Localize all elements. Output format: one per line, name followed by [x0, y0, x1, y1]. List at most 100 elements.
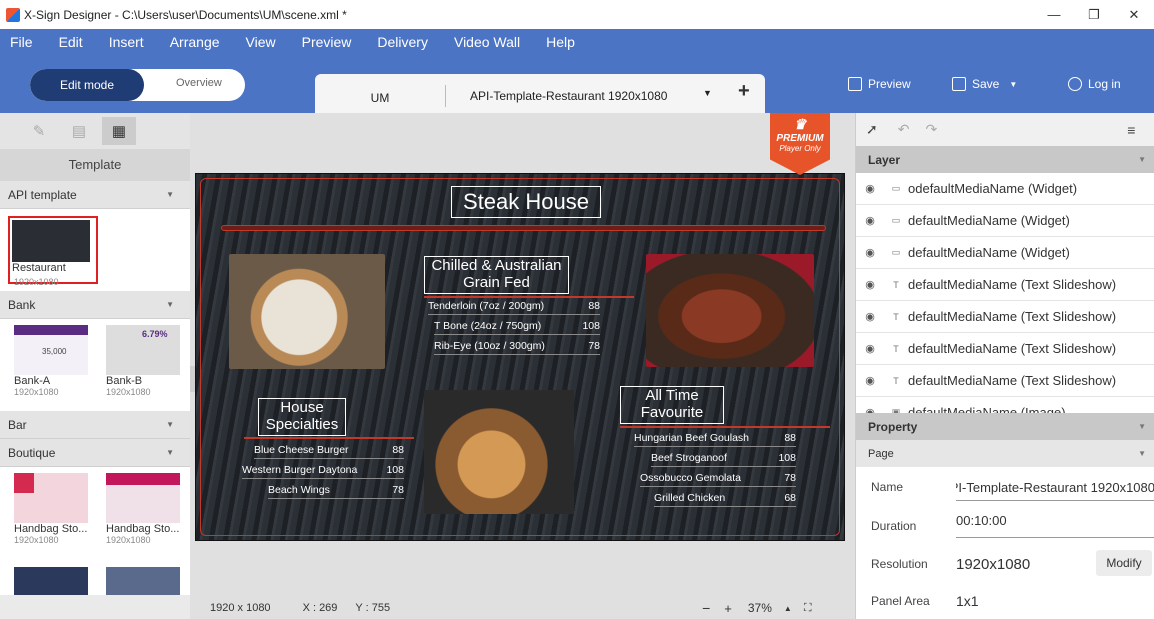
minimize-button[interactable]: — — [1034, 0, 1074, 29]
section-title-favourite[interactable]: All Time Favourite — [620, 386, 724, 424]
eye-icon[interactable]: ◉ — [856, 406, 884, 413]
login-button[interactable]: Log in — [1068, 77, 1121, 91]
maximize-button[interactable]: ❐ — [1074, 0, 1114, 29]
zoom-out-button[interactable]: − — [702, 600, 710, 616]
mode-toggle[interactable]: Edit mode Overview — [30, 69, 245, 101]
food-photo-chicken[interactable] — [229, 254, 385, 369]
food-photo-wings[interactable] — [424, 390, 574, 514]
eye-icon[interactable]: ◉ — [856, 310, 884, 323]
menu-video-wall[interactable]: Video Wall — [454, 34, 520, 50]
briefcase-icon[interactable]: ▤ — [62, 117, 96, 145]
zoom-level[interactable]: 37% — [748, 601, 772, 615]
item-price: 78 — [784, 472, 796, 484]
menu-item[interactable]: Rib-Eye (10oz / 300gm) 78 — [434, 340, 600, 355]
save-button[interactable]: Save ▼ — [952, 77, 1017, 91]
name-input[interactable]: API-Template-Restaurant 1920x1080 — [956, 480, 1154, 495]
menu-item[interactable]: Beach Wings 78 — [268, 484, 404, 499]
fit-screen-icon[interactable]: ⛶ — [804, 602, 812, 615]
align-icon[interactable]: ≡ — [1127, 122, 1135, 138]
layer-row[interactable]: ◉ ▣ defaultMediaName (Image) — [856, 397, 1154, 413]
chevron-up-icon[interactable]: ▲ — [784, 604, 792, 613]
menu-item[interactable]: Beef Stroganoof 108 — [651, 452, 796, 467]
play-icon — [848, 77, 862, 91]
template-name: Bank-B — [106, 375, 143, 387]
layer-row[interactable]: ◉ ▭ defaultMediaName (Widget) — [856, 237, 1154, 269]
category-api-template[interactable]: API template ▼ — [0, 181, 190, 209]
layer-row[interactable]: ◉ TdefaultMediaName (Text Slideshow) — [856, 269, 1154, 301]
menu-item[interactable]: Grilled Chicken 68 — [654, 492, 796, 507]
section-title-chilled[interactable]: Chilled & Australian Grain Fed — [424, 256, 569, 294]
menu-file[interactable]: File — [10, 34, 33, 50]
redo-icon[interactable]: ↷ — [925, 121, 937, 138]
layer-row[interactable]: ◉ TdefaultMediaName (Text Slideshow) — [856, 333, 1154, 365]
layer-list: ◉ ▭ odefaultMediaName (Widget) ◉ ▭ defaultMe… — [856, 173, 1154, 413]
property-header[interactable]: Property ▼ — [856, 413, 1154, 440]
eye-icon[interactable]: ◉ — [856, 246, 884, 259]
template-restaurant[interactable]: Restaurant — [8, 216, 98, 284]
window-titlebar: X-Sign Designer - C:\Users\user\Document… — [0, 0, 1154, 29]
template-handbag-1[interactable]: Handbag Sto... 1920x1080 — [14, 473, 88, 545]
layer-row[interactable]: ◉ ▭ defaultMediaName (Widget) — [856, 205, 1154, 237]
section-title-house[interactable]: House Specialties — [258, 398, 346, 436]
layer-header[interactable]: Layer ▼ — [856, 146, 1154, 173]
category-bar[interactable]: Bar ▼ — [0, 411, 190, 439]
close-button[interactable]: ✕ — [1114, 0, 1154, 29]
pencil-icon[interactable]: ✎ — [22, 117, 56, 145]
eye-icon[interactable]: ◉ — [856, 182, 884, 195]
widget-icon: ▭ — [891, 215, 901, 225]
template-icon[interactable]: ▦ — [102, 117, 136, 145]
menu-view[interactable]: View — [246, 34, 276, 50]
template-thumbnail-partial[interactable] — [14, 567, 88, 595]
add-tab-icon[interactable]: + — [738, 80, 750, 103]
duration-input[interactable]: 00:10:00 — [956, 513, 1007, 528]
menu-arrange[interactable]: Arrange — [170, 34, 220, 50]
board-title[interactable]: Steak House — [451, 186, 601, 218]
menu-delivery[interactable]: Delivery — [377, 34, 428, 50]
menu-item[interactable]: Hungarian Beef Goulash 88 — [634, 432, 796, 447]
template-bank-b[interactable]: 6.79% Bank-B 1920x1080 — [106, 325, 180, 397]
page-section-header[interactable]: Page ▼ — [856, 440, 1154, 467]
menu-item[interactable]: T Bone (24oz / 750gm) 108 — [434, 320, 600, 335]
menu-help[interactable]: Help — [546, 34, 575, 50]
menu-item[interactable]: Blue Cheese Burger 88 — [254, 444, 404, 459]
layer-row[interactable]: ◉ TdefaultMediaName (Text Slideshow) — [856, 301, 1154, 333]
menu-bar: File Edit Insert Arrange View Preview De… — [0, 29, 1154, 55]
menu-edit[interactable]: Edit — [59, 34, 83, 50]
template-bank-a[interactable]: 35,000 Bank-A 1920x1080 — [14, 325, 88, 397]
overview-button[interactable]: Overview — [176, 77, 222, 89]
menu-item[interactable]: Tenderloin (7oz / 200gm) 88 — [428, 300, 600, 315]
chevron-down-icon[interactable]: ▼ — [703, 88, 712, 98]
tab-template-name[interactable]: API-Template-Restaurant 1920x1080 — [470, 85, 667, 103]
item-name: Hungarian Beef Goulash — [634, 432, 749, 444]
eye-icon[interactable]: ◉ — [856, 214, 884, 227]
category-bank[interactable]: Bank ▼ — [0, 291, 190, 319]
widget-icon: ▭ — [891, 247, 901, 257]
section-divider — [424, 296, 634, 298]
menu-preview[interactable]: Preview — [302, 34, 352, 50]
edit-mode-button[interactable]: Edit mode — [30, 69, 144, 101]
document-tab[interactable]: UM API-Template-Restaurant 1920x1080 ▼ + — [315, 74, 765, 113]
category-boutique[interactable]: Boutique ▼ — [0, 439, 190, 467]
undo-icon[interactable]: ↶ — [898, 121, 910, 138]
menu-insert[interactable]: Insert — [109, 34, 144, 50]
modify-button[interactable]: Modify — [1096, 550, 1152, 576]
restaurant-thumbnail — [12, 220, 90, 262]
pointer-icon[interactable]: ➚ — [866, 121, 878, 138]
layer-row[interactable]: ◉ ▭ odefaultMediaName (Widget) — [856, 173, 1154, 205]
template-panel: ✎ ▤ ▦ Template API template ▼ Restaurant … — [0, 113, 190, 619]
template-thumbnail-partial[interactable] — [106, 567, 180, 595]
template-handbag-2[interactable]: Handbag Sto... 1920x1080 — [106, 473, 180, 545]
menu-item[interactable]: Western Burger Daytona 108 — [242, 464, 404, 479]
eye-icon[interactable]: ◉ — [856, 278, 884, 291]
app-icon — [6, 7, 20, 22]
canvas-area[interactable]: Steak House Chilled & Australian Grain F… — [190, 113, 855, 619]
menu-item[interactable]: Ossobucco Gemolata 78 — [640, 472, 796, 487]
tab-name[interactable]: UM — [315, 83, 445, 105]
eye-icon[interactable]: ◉ — [856, 374, 884, 387]
menu-board-canvas[interactable]: Steak House Chilled & Australian Grain F… — [195, 173, 845, 541]
preview-button[interactable]: Preview — [848, 77, 911, 91]
eye-icon[interactable]: ◉ — [856, 342, 884, 355]
food-photo-steak[interactable] — [646, 254, 814, 367]
zoom-in-button[interactable]: + — [724, 601, 732, 616]
layer-row[interactable]: ◉ TdefaultMediaName (Text Slideshow) — [856, 365, 1154, 397]
